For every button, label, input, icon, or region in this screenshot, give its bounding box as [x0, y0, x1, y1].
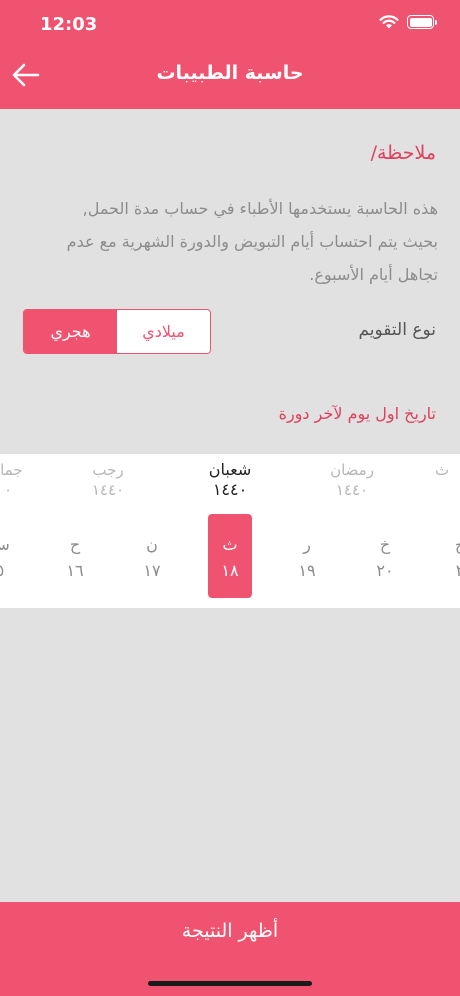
picker-month-year: ١٤٤٠ — [335, 481, 369, 499]
picker-day-letter: ن — [146, 535, 158, 554]
picker-month[interactable]: رمضان ١٤٤٠ — [302, 460, 402, 500]
note-title: ملاحظة/ — [370, 142, 436, 164]
picker-day-letter: س — [0, 535, 10, 554]
picker-day-letter: خ — [379, 535, 391, 554]
picker-month[interactable]: ث — [412, 460, 460, 480]
picker-month-name: رجب — [92, 461, 124, 479]
picker-month-year: ١٤٤٠ — [212, 480, 248, 499]
wifi-icon — [379, 15, 399, 29]
picker-day[interactable]: ج ٢ — [438, 532, 460, 584]
calendar-type-segmented-control: هجري ميلادي — [23, 309, 211, 354]
status-icons — [379, 15, 437, 29]
picker-month-name: ث — [434, 461, 450, 479]
picker-day-letter: ج — [454, 535, 460, 554]
picker-day-number: ٢٠ — [376, 561, 394, 580]
picker-day[interactable]: س ٥ — [0, 532, 22, 584]
page-title: حاسبة الطبيبات — [156, 62, 304, 84]
picker-month-year: ١٤٤٠ — [91, 481, 125, 499]
bottom-bar: أظهر النتيجة — [0, 902, 460, 996]
picker-day-number: ١٦ — [66, 561, 84, 580]
calendar-type-label: نوع التقويم — [358, 320, 436, 340]
picker-day-number: ٢ — [455, 561, 460, 580]
picker-month-name: جماد — [0, 461, 23, 479]
picker-month-selected[interactable]: شعبان ١٤٤٠ — [180, 460, 280, 500]
battery-icon — [407, 15, 437, 29]
picker-month-year: ٠ — [3, 481, 13, 499]
picker-day[interactable]: ر ١٩ — [285, 532, 329, 584]
picker-day-selected[interactable]: ث ١٨ — [208, 532, 252, 584]
picker-day-letter: ر — [303, 535, 311, 554]
picker-day-number: ٥ — [0, 561, 5, 580]
picker-month[interactable]: جماد ٠ — [0, 460, 58, 500]
picker-day[interactable]: ن ١٧ — [130, 532, 174, 584]
picker-month-name: شعبان — [208, 460, 252, 479]
picker-day-letter: ح — [69, 535, 81, 554]
header-bar: 12:03 حاسبة الطبيبات — [0, 0, 460, 109]
picker-month[interactable]: رجب ١٤٤٠ — [58, 460, 158, 500]
date-picker[interactable]: جماد ٠ رجب ١٤٤٠ شعبان ١٤٤٠ رمضان ١٤٤٠ ث … — [0, 454, 460, 608]
picker-day-letter: ث — [222, 535, 238, 554]
segment-hijri[interactable]: هجري — [24, 310, 117, 353]
picker-day[interactable]: خ ٢٠ — [363, 532, 407, 584]
picker-day-number: ١٩ — [298, 561, 316, 580]
home-indicator — [148, 981, 312, 986]
status-time: 12:03 — [40, 14, 98, 35]
note-body: هذه الحاسبة يستخدمها الأطباء في حساب مدة… — [66, 199, 438, 284]
date-picker-label: تاريخ اول يوم لآخر دورة — [278, 404, 436, 423]
segment-gregorian[interactable]: ميلادي — [117, 310, 210, 353]
picker-day[interactable]: ح ١٦ — [53, 532, 97, 584]
show-result-button[interactable]: أظهر النتيجة — [0, 920, 460, 942]
picker-day-number: ١٧ — [143, 561, 161, 580]
picker-day-number: ١٨ — [221, 561, 239, 580]
picker-month-name: رمضان — [330, 461, 374, 479]
